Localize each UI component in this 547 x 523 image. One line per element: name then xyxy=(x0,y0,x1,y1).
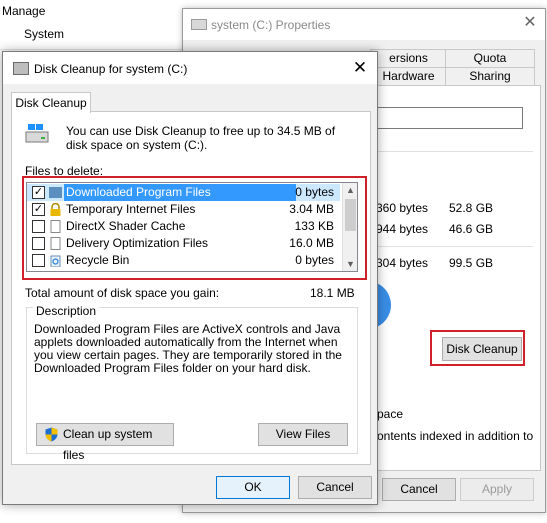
windows-drive-icon xyxy=(25,124,49,143)
disk-cleanup-dialog: Disk Cleanup for system (C:) ✕ Disk Clea… xyxy=(2,51,378,505)
drive-icon xyxy=(191,19,207,30)
tab-hardware[interactable]: Hardware xyxy=(370,67,446,86)
divider xyxy=(373,246,533,247)
compress-drive-option[interactable]: pace xyxy=(377,407,403,421)
cleanup-info-text: You can use Disk Cleanup to free up to 3… xyxy=(66,124,336,152)
capacity-bytes: 304 bytes xyxy=(376,256,429,270)
files-list-highlight xyxy=(22,176,367,280)
ok-button[interactable]: OK xyxy=(216,476,290,499)
total-space-value: 18.1 MB xyxy=(310,286,355,300)
view-files-button[interactable]: View Files xyxy=(258,423,348,446)
tab-disk-cleanup[interactable]: Disk Cleanup xyxy=(11,92,91,113)
dialog-close-button[interactable]: ✕ xyxy=(350,58,370,78)
properties-apply-button[interactable]: Apply xyxy=(460,478,534,501)
index-drive-option[interactable]: ontents indexed in addition to xyxy=(377,429,533,443)
free-space-size: 46.6 GB xyxy=(449,222,494,236)
cancel-button[interactable]: Cancel xyxy=(298,476,372,499)
properties-title: system (C:) Properties xyxy=(211,18,331,32)
button-label: Clean up system files xyxy=(63,427,153,462)
disk-cleanup-highlight xyxy=(430,330,525,366)
explorer-system-label[interactable]: System xyxy=(24,27,64,41)
properties-close-button[interactable]: ✕ xyxy=(521,14,539,32)
properties-cancel-button[interactable]: Cancel xyxy=(382,478,456,501)
divider xyxy=(373,151,533,152)
tab-sharing[interactable]: Sharing xyxy=(445,67,535,86)
capacity-size: 99.5 GB xyxy=(449,256,494,270)
tab-previous-versions[interactable]: ersions xyxy=(370,49,446,68)
free-space-bytes: 944 bytes xyxy=(376,222,429,236)
used-space-size: 52.8 GB xyxy=(449,201,494,215)
total-space-label: Total amount of disk space you gain: xyxy=(25,286,220,300)
description-text: Downloaded Program Files are ActiveX con… xyxy=(34,322,342,375)
description-title: Description xyxy=(33,304,100,318)
clean-up-system-files-button[interactable]: Clean up system files xyxy=(36,423,174,462)
dialog-title: Disk Cleanup for system (C:) xyxy=(34,62,188,76)
used-space-bytes: 360 bytes xyxy=(376,201,429,215)
uac-shield-icon xyxy=(45,427,58,442)
explorer-divider xyxy=(0,49,185,50)
tab-quota[interactable]: Quota xyxy=(445,49,535,68)
disk-cleanup-icon xyxy=(13,62,29,75)
explorer-manage-label[interactable]: Manage xyxy=(2,4,45,18)
drive-name-input[interactable] xyxy=(371,107,523,129)
